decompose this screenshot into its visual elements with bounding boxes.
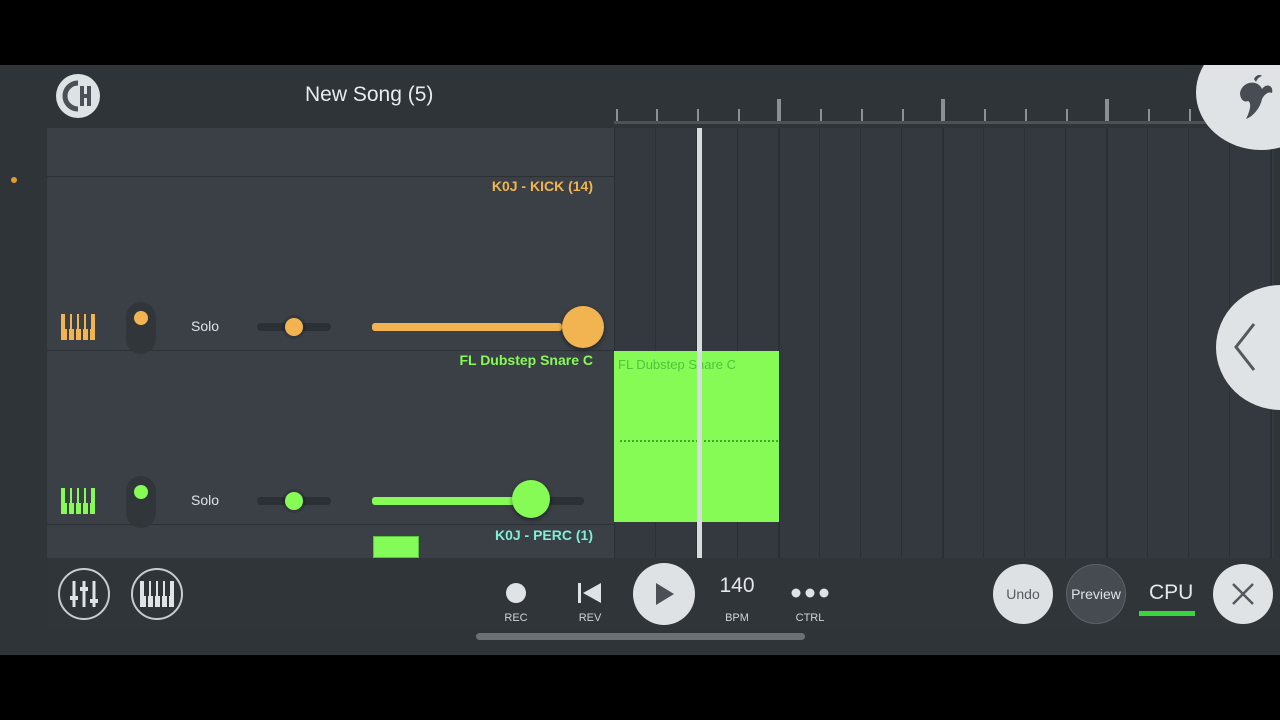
piano-keys-icon[interactable] bbox=[61, 488, 95, 514]
piano-roll-button[interactable] bbox=[131, 568, 183, 620]
gesture-nav-handle[interactable] bbox=[476, 633, 805, 640]
volume-handle[interactable] bbox=[562, 306, 604, 348]
preview-button[interactable]: Preview bbox=[1066, 564, 1126, 624]
close-button[interactable] bbox=[1213, 564, 1273, 624]
pan-knob[interactable] bbox=[285, 492, 303, 510]
piano-keys-icon bbox=[140, 581, 174, 607]
rev-label: REV bbox=[578, 612, 602, 624]
ctrl-label: CTRL bbox=[795, 612, 825, 624]
solo-label[interactable]: Solo bbox=[191, 318, 219, 334]
mute-toggle[interactable] bbox=[126, 476, 156, 528]
rec-label: REC bbox=[504, 612, 528, 624]
fl-studio-logo-icon[interactable] bbox=[56, 74, 100, 118]
song-title[interactable]: New Song (5) bbox=[305, 83, 433, 107]
play-button[interactable] bbox=[633, 563, 695, 625]
mute-indicator bbox=[134, 485, 148, 499]
chevron-left-icon bbox=[1234, 323, 1256, 371]
close-icon bbox=[1232, 583, 1254, 605]
rewind-icon[interactable] bbox=[577, 581, 603, 605]
volume-track[interactable] bbox=[372, 323, 562, 331]
clip-label: FL Dubstep Snare C bbox=[618, 357, 737, 372]
timeline-ruler[interactable] bbox=[614, 95, 1229, 125]
bpm-label: BPM bbox=[725, 612, 749, 624]
cpu-meter bbox=[1139, 611, 1195, 616]
cpu-label[interactable]: CPU bbox=[1149, 581, 1193, 605]
undo-button[interactable]: Undo bbox=[993, 564, 1053, 624]
more-dots-icon[interactable] bbox=[790, 587, 830, 599]
channel-name-kick[interactable]: K0J - KICK (14) bbox=[492, 178, 593, 194]
solo-label[interactable]: Solo bbox=[191, 492, 219, 508]
mixer-button[interactable] bbox=[58, 568, 110, 620]
volume-handle[interactable] bbox=[512, 480, 550, 518]
tempo-value[interactable]: 140 bbox=[712, 574, 762, 598]
mute-toggle[interactable] bbox=[126, 302, 156, 354]
channel-name-perc[interactable]: K0J - PERC (1) bbox=[495, 527, 593, 543]
fruit-logo-icon bbox=[1240, 75, 1273, 119]
playlist-grid[interactable]: FL Dubstep Snare C bbox=[614, 128, 1274, 558]
pan-knob[interactable] bbox=[285, 318, 303, 336]
status-dot bbox=[11, 177, 17, 183]
mixer-sliders-icon bbox=[70, 581, 98, 607]
play-icon bbox=[656, 583, 674, 605]
channel-rack: K0J - KICK (14) Solo FL Dubstep Snare C … bbox=[47, 128, 614, 578]
mute-indicator bbox=[134, 311, 148, 325]
row-divider bbox=[47, 176, 614, 177]
volume-fill bbox=[372, 497, 515, 505]
app-screen: New Song (5) K0J - KICK (14) Solo FL Dub… bbox=[0, 65, 1280, 655]
channel-name-snare[interactable]: FL Dubstep Snare C bbox=[459, 352, 593, 368]
piano-keys-icon[interactable] bbox=[61, 314, 95, 340]
transport-bar: REC REV 140 BPM CTRL Undo Preview CPU bbox=[47, 558, 1280, 630]
record-button[interactable] bbox=[506, 583, 526, 603]
playhead[interactable] bbox=[697, 128, 702, 558]
